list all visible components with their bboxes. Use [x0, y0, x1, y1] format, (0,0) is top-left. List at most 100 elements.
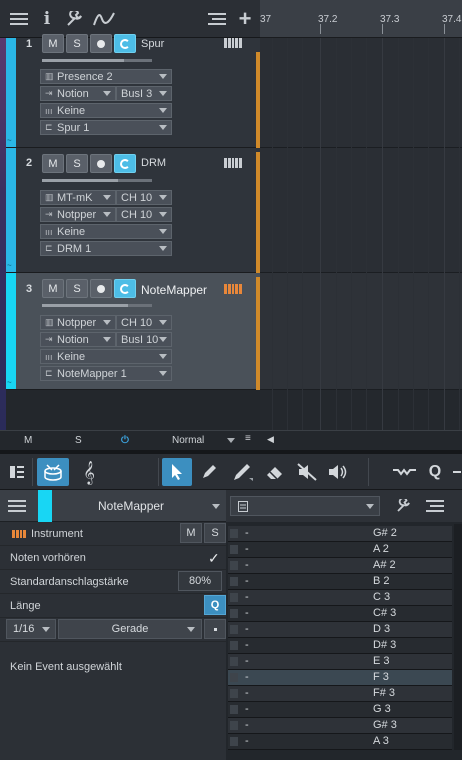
track-color-swatch[interactable]	[38, 490, 52, 522]
menu-icon[interactable]	[8, 499, 26, 516]
list-icon[interactable]	[206, 8, 228, 30]
pitch-list-scrollbar[interactable]	[454, 524, 462, 750]
arrange-view[interactable]	[260, 38, 462, 430]
volume-slider[interactable]	[42, 304, 152, 307]
length-mode-select[interactable]: Gerade	[58, 619, 202, 639]
length-quantize-button[interactable]: Q	[204, 595, 226, 615]
listen-tool-icon[interactable]	[324, 458, 350, 486]
output-select[interactable]: ⊏ DRM 1	[40, 241, 172, 256]
track-color-strip[interactable]: ~	[6, 148, 16, 272]
instrument-output-select[interactable]: ▥ Presence 2	[40, 69, 172, 84]
pencil-tool-icon[interactable]	[196, 458, 222, 486]
record-button[interactable]	[90, 34, 112, 53]
treble-clef-icon[interactable]: 𝄞	[76, 458, 102, 486]
pitch-list-select[interactable]	[230, 496, 380, 516]
list-item[interactable]: - E 3	[228, 654, 452, 670]
track-lane[interactable]	[260, 273, 462, 390]
more-tools-icon[interactable]	[450, 458, 462, 486]
volume-slider[interactable]	[42, 59, 152, 62]
arrow-tool-icon[interactable]	[162, 458, 192, 486]
length-value-select[interactable]: 1/16	[6, 619, 56, 639]
list-item[interactable]: - G# 2	[228, 526, 452, 542]
solo-button[interactable]: S	[66, 279, 88, 298]
list-item[interactable]: - C# 3	[228, 606, 452, 622]
list-item[interactable]: - D 3	[228, 622, 452, 638]
track-1[interactable]: ~ 1 M S Spur ▥ Presence 2 ⇥ Notion BusI 3 …	[6, 34, 266, 148]
mute-button[interactable]: M	[42, 34, 64, 53]
list-item[interactable]: - B 2	[228, 574, 452, 590]
track-name[interactable]: Spur	[141, 38, 164, 50]
channel-select[interactable]: CH 10	[116, 190, 172, 205]
list-icon[interactable]	[426, 499, 444, 516]
channel-select[interactable]: CH 10	[116, 207, 172, 222]
instrument-output-select[interactable]: ▥ MT-mK	[40, 190, 116, 205]
list-item[interactable]: - G 3	[228, 702, 452, 718]
chevron-down-icon[interactable]	[227, 438, 235, 443]
velocity-field[interactable]: 80%	[178, 571, 222, 591]
record-button[interactable]	[90, 279, 112, 298]
list-icon[interactable]: ≡	[245, 433, 251, 444]
monitor-button[interactable]	[114, 279, 136, 298]
channel-select[interactable]: BusI 10	[116, 332, 172, 347]
quantize-icon[interactable]: Q	[424, 458, 446, 486]
record-button[interactable]	[90, 154, 112, 173]
insert-select[interactable]: ııı Keine	[40, 349, 172, 364]
list-item[interactable]: - C 3	[228, 590, 452, 606]
mute-button[interactable]: M	[42, 154, 64, 173]
track-lane[interactable]	[260, 38, 462, 148]
list-item[interactable]: - F# 3	[228, 686, 452, 702]
track-name[interactable]: NoteMapper	[141, 283, 207, 297]
inspector-track-name[interactable]: NoteMapper	[98, 499, 164, 513]
chevron-down-icon[interactable]	[212, 504, 220, 509]
eraser-tool-icon[interactable]	[262, 458, 288, 486]
mode-select[interactable]: Normal	[172, 435, 204, 446]
track-list-icon[interactable]	[6, 458, 28, 486]
track-2[interactable]: ~ 2 M S DRM ▥ MT-mK CH 10 ⇥ Notpper CH 10 …	[6, 148, 266, 273]
track-color-strip[interactable]: ~	[6, 38, 16, 147]
list-item[interactable]: - A 2	[228, 542, 452, 558]
wrench-icon[interactable]	[64, 8, 84, 30]
insert-select[interactable]: ııı Keine	[40, 103, 172, 118]
monitor-button[interactable]	[114, 154, 136, 173]
mute-tool-icon[interactable]	[294, 458, 320, 486]
input-select[interactable]: ⇥ Notion	[40, 86, 116, 101]
insert-select[interactable]: ııı Keine	[40, 224, 172, 239]
solo-button[interactable]: S	[66, 34, 88, 53]
output-select[interactable]: ⊏ NoteMapper 1	[40, 366, 172, 381]
list-item[interactable]: - G# 3	[228, 718, 452, 734]
volume-slider[interactable]	[42, 179, 152, 182]
timeline-ruler[interactable]: 37 37.2 37.3 37.4	[260, 0, 462, 38]
track-3[interactable]: ~ 3 M S NoteMapper ▥ Notpper CH 10 ⇥ Notio…	[6, 273, 266, 390]
mute-button[interactable]: M	[42, 279, 64, 298]
scroll-left-icon[interactable]: ◀	[267, 434, 274, 445]
instrument-output-select[interactable]: ▥ Notpper	[40, 315, 116, 330]
bend-tool-icon[interactable]	[390, 458, 420, 486]
solo-button[interactable]: S	[66, 154, 88, 173]
inspector-solo-button[interactable]: S	[204, 523, 226, 543]
track-name[interactable]: DRM	[141, 157, 166, 169]
wrench-icon[interactable]	[396, 497, 410, 516]
input-select[interactable]: ⇥ Notpper	[40, 207, 116, 222]
list-item-selected[interactable]: - F 3	[228, 670, 452, 686]
list-item[interactable]: - D# 3	[228, 638, 452, 654]
global-mute-button[interactable]: M	[24, 435, 32, 446]
plus-icon[interactable]: +	[234, 6, 256, 31]
monitor-button[interactable]	[114, 34, 136, 53]
channel-select[interactable]: BusI 3	[116, 86, 172, 101]
power-icon[interactable]: ⏻	[121, 435, 129, 446]
channel-select[interactable]: CH 10	[116, 315, 172, 330]
global-solo-button[interactable]: S	[75, 435, 82, 446]
track-color-strip[interactable]: ~	[6, 273, 16, 389]
preview-checkbox[interactable]: ✓	[208, 550, 220, 567]
automation-curve-icon[interactable]	[92, 8, 116, 30]
list-item[interactable]: - A 3	[228, 734, 452, 750]
info-icon[interactable]: i	[40, 8, 54, 30]
paint-tool-icon[interactable]	[228, 458, 258, 486]
length-option-button[interactable]	[204, 619, 226, 639]
input-select[interactable]: ⇥ Notion	[40, 332, 116, 347]
menu-icon[interactable]	[8, 8, 30, 30]
inspector-mute-button[interactable]: M	[180, 523, 202, 543]
list-item[interactable]: - A# 2	[228, 558, 452, 574]
drum-icon[interactable]	[37, 458, 69, 486]
output-select[interactable]: ⊏ Spur 1	[40, 120, 172, 135]
